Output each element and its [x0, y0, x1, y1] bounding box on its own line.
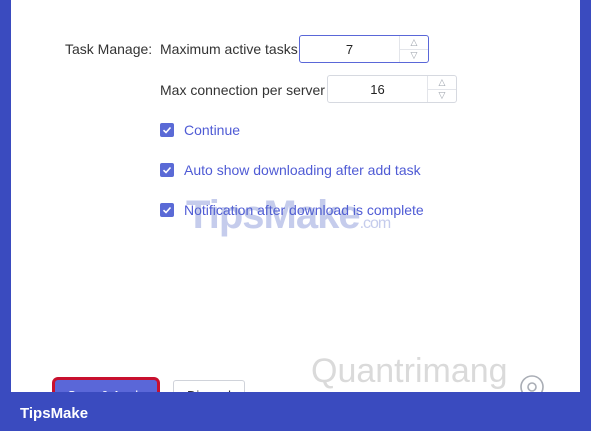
- max-active-tasks-value[interactable]: 7: [300, 36, 399, 62]
- option-continue[interactable]: Continue: [160, 122, 240, 138]
- help-icon[interactable]: [519, 374, 545, 392]
- max-active-tasks-label: Maximum active tasks: [160, 41, 298, 57]
- decrement-icon[interactable]: ▽: [428, 88, 456, 103]
- quantrimang-watermark: Quantrimang: [311, 352, 508, 390]
- footer-bar: [0, 394, 591, 431]
- window-frame-right: [580, 0, 591, 394]
- max-active-tasks-stepper[interactable]: 7 △ ▽: [299, 35, 429, 63]
- checkbox-checked-icon[interactable]: [160, 203, 174, 217]
- max-connection-stepper[interactable]: 16 △ ▽: [327, 75, 457, 103]
- brand-logo: TipsMake: [20, 405, 89, 422]
- increment-icon[interactable]: △: [400, 36, 428, 49]
- discard-button[interactable]: Discard: [173, 380, 245, 392]
- decrement-icon[interactable]: ▽: [400, 48, 428, 63]
- increment-icon[interactable]: △: [428, 76, 456, 89]
- section-label: Task Manage:: [65, 41, 153, 57]
- max-connection-label: Max connection per server: [160, 82, 325, 98]
- option-auto-show-downloading[interactable]: Auto show downloading after add task: [160, 162, 421, 178]
- max-connection-value[interactable]: 16: [328, 76, 427, 102]
- option-label: Auto show downloading after add task: [184, 162, 421, 178]
- save-apply-button[interactable]: Save & Apply: [55, 380, 157, 392]
- tipsmake-watermark: TipsMake.com: [186, 193, 391, 237]
- settings-dialog: Task Manage: Maximum active tasks 7 △ ▽ …: [11, 0, 580, 392]
- option-label: Continue: [184, 122, 241, 138]
- window-frame-left: [0, 0, 11, 394]
- checkbox-checked-icon[interactable]: [160, 163, 174, 177]
- checkbox-checked-icon[interactable]: [160, 123, 174, 137]
